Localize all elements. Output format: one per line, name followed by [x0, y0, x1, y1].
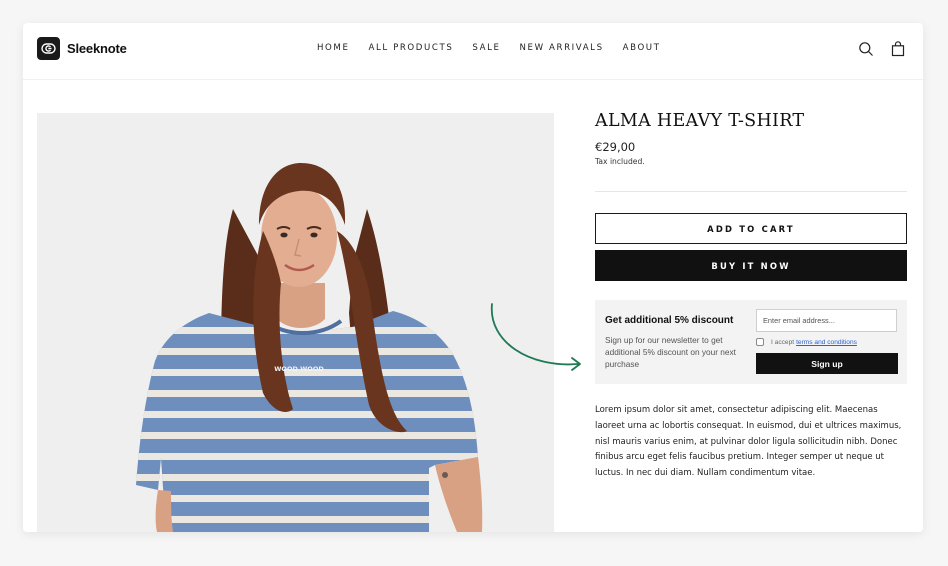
terms-label: I accept terms and conditions	[771, 339, 857, 346]
divider	[595, 191, 907, 192]
sign-up-button[interactable]: Sign up	[756, 353, 898, 374]
promo-title: Get additional 5% discount	[605, 315, 734, 326]
shirt-print-text: WOOD WOOD	[274, 365, 324, 373]
logo-mark-icon	[37, 37, 60, 60]
brand-logo[interactable]: Sleeknote	[37, 37, 127, 60]
curved-arrow-icon	[491, 303, 581, 371]
main-nav: HOME ALL PRODUCTS SALE NEW ARRIVALS ABOU…	[317, 43, 680, 53]
buy-it-now-button[interactable]: BUY IT NOW	[595, 250, 907, 281]
product-image: WOOD WOOD	[37, 113, 554, 532]
terms-link[interactable]: terms and conditions	[796, 339, 857, 346]
nav-about[interactable]: ABOUT	[623, 43, 661, 53]
terms-consent: I accept terms and conditions	[756, 338, 857, 346]
nav-all-products[interactable]: ALL PRODUCTS	[368, 43, 453, 53]
nav-home[interactable]: HOME	[317, 43, 349, 53]
promo-description: Sign up for our newsletter to get additi…	[605, 335, 736, 369]
email-field[interactable]	[756, 309, 897, 332]
nav-new-arrivals[interactable]: NEW ARRIVALS	[520, 43, 604, 53]
brand-name: Sleeknote	[67, 41, 127, 56]
terms-checkbox[interactable]	[756, 338, 764, 346]
product-description: Lorem ipsum dolor sit amet, consectetur …	[595, 405, 902, 479]
newsletter-discount-box: Get additional 5% discount Sign up for o…	[595, 300, 907, 384]
add-to-cart-button[interactable]: ADD TO CART	[595, 213, 907, 244]
site-header: Sleeknote HOME ALL PRODUCTS SALE NEW ARR…	[23, 23, 923, 80]
header-actions	[842, 41, 906, 57]
tax-note: Tax included.	[595, 157, 645, 166]
shopping-bag-icon[interactable]	[890, 41, 906, 57]
nav-sale[interactable]: SALE	[472, 43, 500, 53]
terms-prefix: I accept	[771, 338, 795, 346]
storefront-window: Sleeknote HOME ALL PRODUCTS SALE NEW ARR…	[23, 23, 923, 532]
product-title: ALMA HEAVY T-SHIRT	[595, 111, 805, 131]
search-icon[interactable]	[858, 41, 874, 57]
product-price: €29,00	[595, 140, 636, 154]
